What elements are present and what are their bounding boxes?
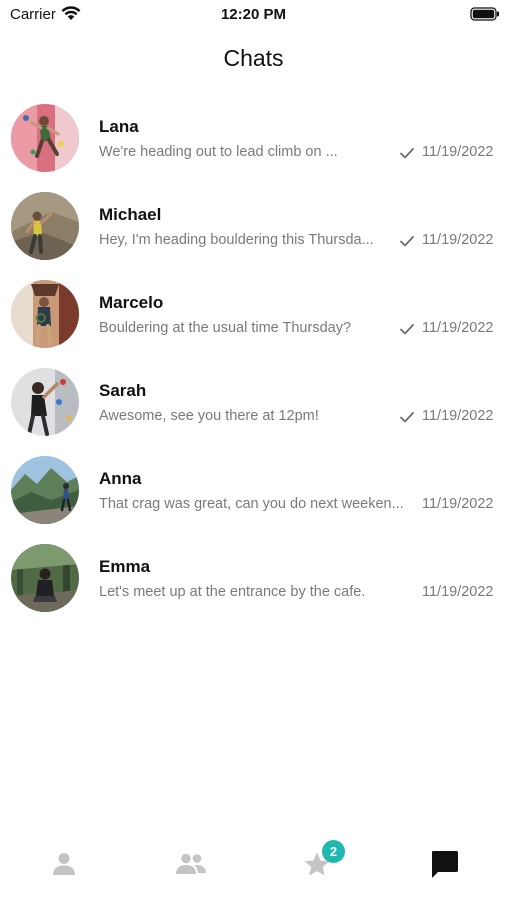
contact-name: Michael <box>99 205 162 224</box>
tab-friends[interactable] <box>171 848 211 880</box>
message-date: 11/19/2022 <box>422 408 494 424</box>
chat-row-michael[interactable]: Michael Hey, I'm heading bouldering this… <box>0 182 507 270</box>
contact-name: Anna <box>99 469 142 488</box>
chat-row-marcelo[interactable]: Marcelo Bouldering at the usual time Thu… <box>0 270 507 358</box>
checkmark-icon <box>400 412 414 423</box>
chat-row-lana[interactable]: Lana We're heading out to lead climb on … <box>0 94 507 182</box>
chat-row-emma[interactable]: Emma Let's meet up at the entrance by th… <box>0 534 507 622</box>
contact-name: Emma <box>99 557 151 576</box>
message-date: 11/19/2022 <box>422 584 494 600</box>
chat-bubble-icon <box>432 851 458 878</box>
message-preview: We're heading out to lead climb on ... <box>99 144 338 160</box>
message-preview: Hey, I'm heading bouldering this Thursda… <box>99 232 374 248</box>
message-preview: That crag was great, can you do next wee… <box>99 496 404 512</box>
avatar <box>11 456 79 524</box>
contact-name: Sarah <box>99 381 147 400</box>
clock-time: 12:20 PM <box>220 6 287 23</box>
people-icon <box>176 853 206 874</box>
avatar <box>11 280 79 348</box>
message-preview: Let's meet up at the entrance by the caf… <box>99 584 366 600</box>
message-date: 11/19/2022 <box>422 496 494 512</box>
contact-name: Lana <box>99 117 139 136</box>
contact-name: Marcelo <box>99 293 164 312</box>
avatar <box>11 104 79 172</box>
checkmark-icon <box>400 236 414 247</box>
notification-badge: 2 <box>322 840 345 863</box>
message-preview: Bouldering at the usual time Thursday? <box>99 320 352 336</box>
chat-list: Lana We're heading out to lead climb on … <box>0 94 507 622</box>
tab-chats[interactable] <box>424 848 464 880</box>
message-date: 11/19/2022 <box>422 144 494 160</box>
status-bar: Carrier 12:20 PM <box>0 0 507 28</box>
avatar <box>11 192 79 260</box>
checkmark-icon <box>400 148 414 159</box>
person-icon <box>53 853 75 875</box>
message-date: 11/19/2022 <box>422 320 494 336</box>
avatar <box>11 544 79 612</box>
battery-icon <box>470 7 499 21</box>
chat-row-sarah[interactable]: Sarah Awesome, see you there at 12pm! 11… <box>0 358 507 446</box>
message-date: 11/19/2022 <box>422 232 494 248</box>
checkmark-icon <box>400 324 414 335</box>
avatar <box>11 368 79 436</box>
chat-row-anna[interactable]: Anna That crag was great, can you do nex… <box>0 446 507 534</box>
page-title: Chats <box>223 45 284 71</box>
message-preview: Awesome, see you there at 12pm! <box>99 408 319 424</box>
tab-profile[interactable] <box>44 848 84 880</box>
tab-bar: 2 <box>0 830 507 900</box>
